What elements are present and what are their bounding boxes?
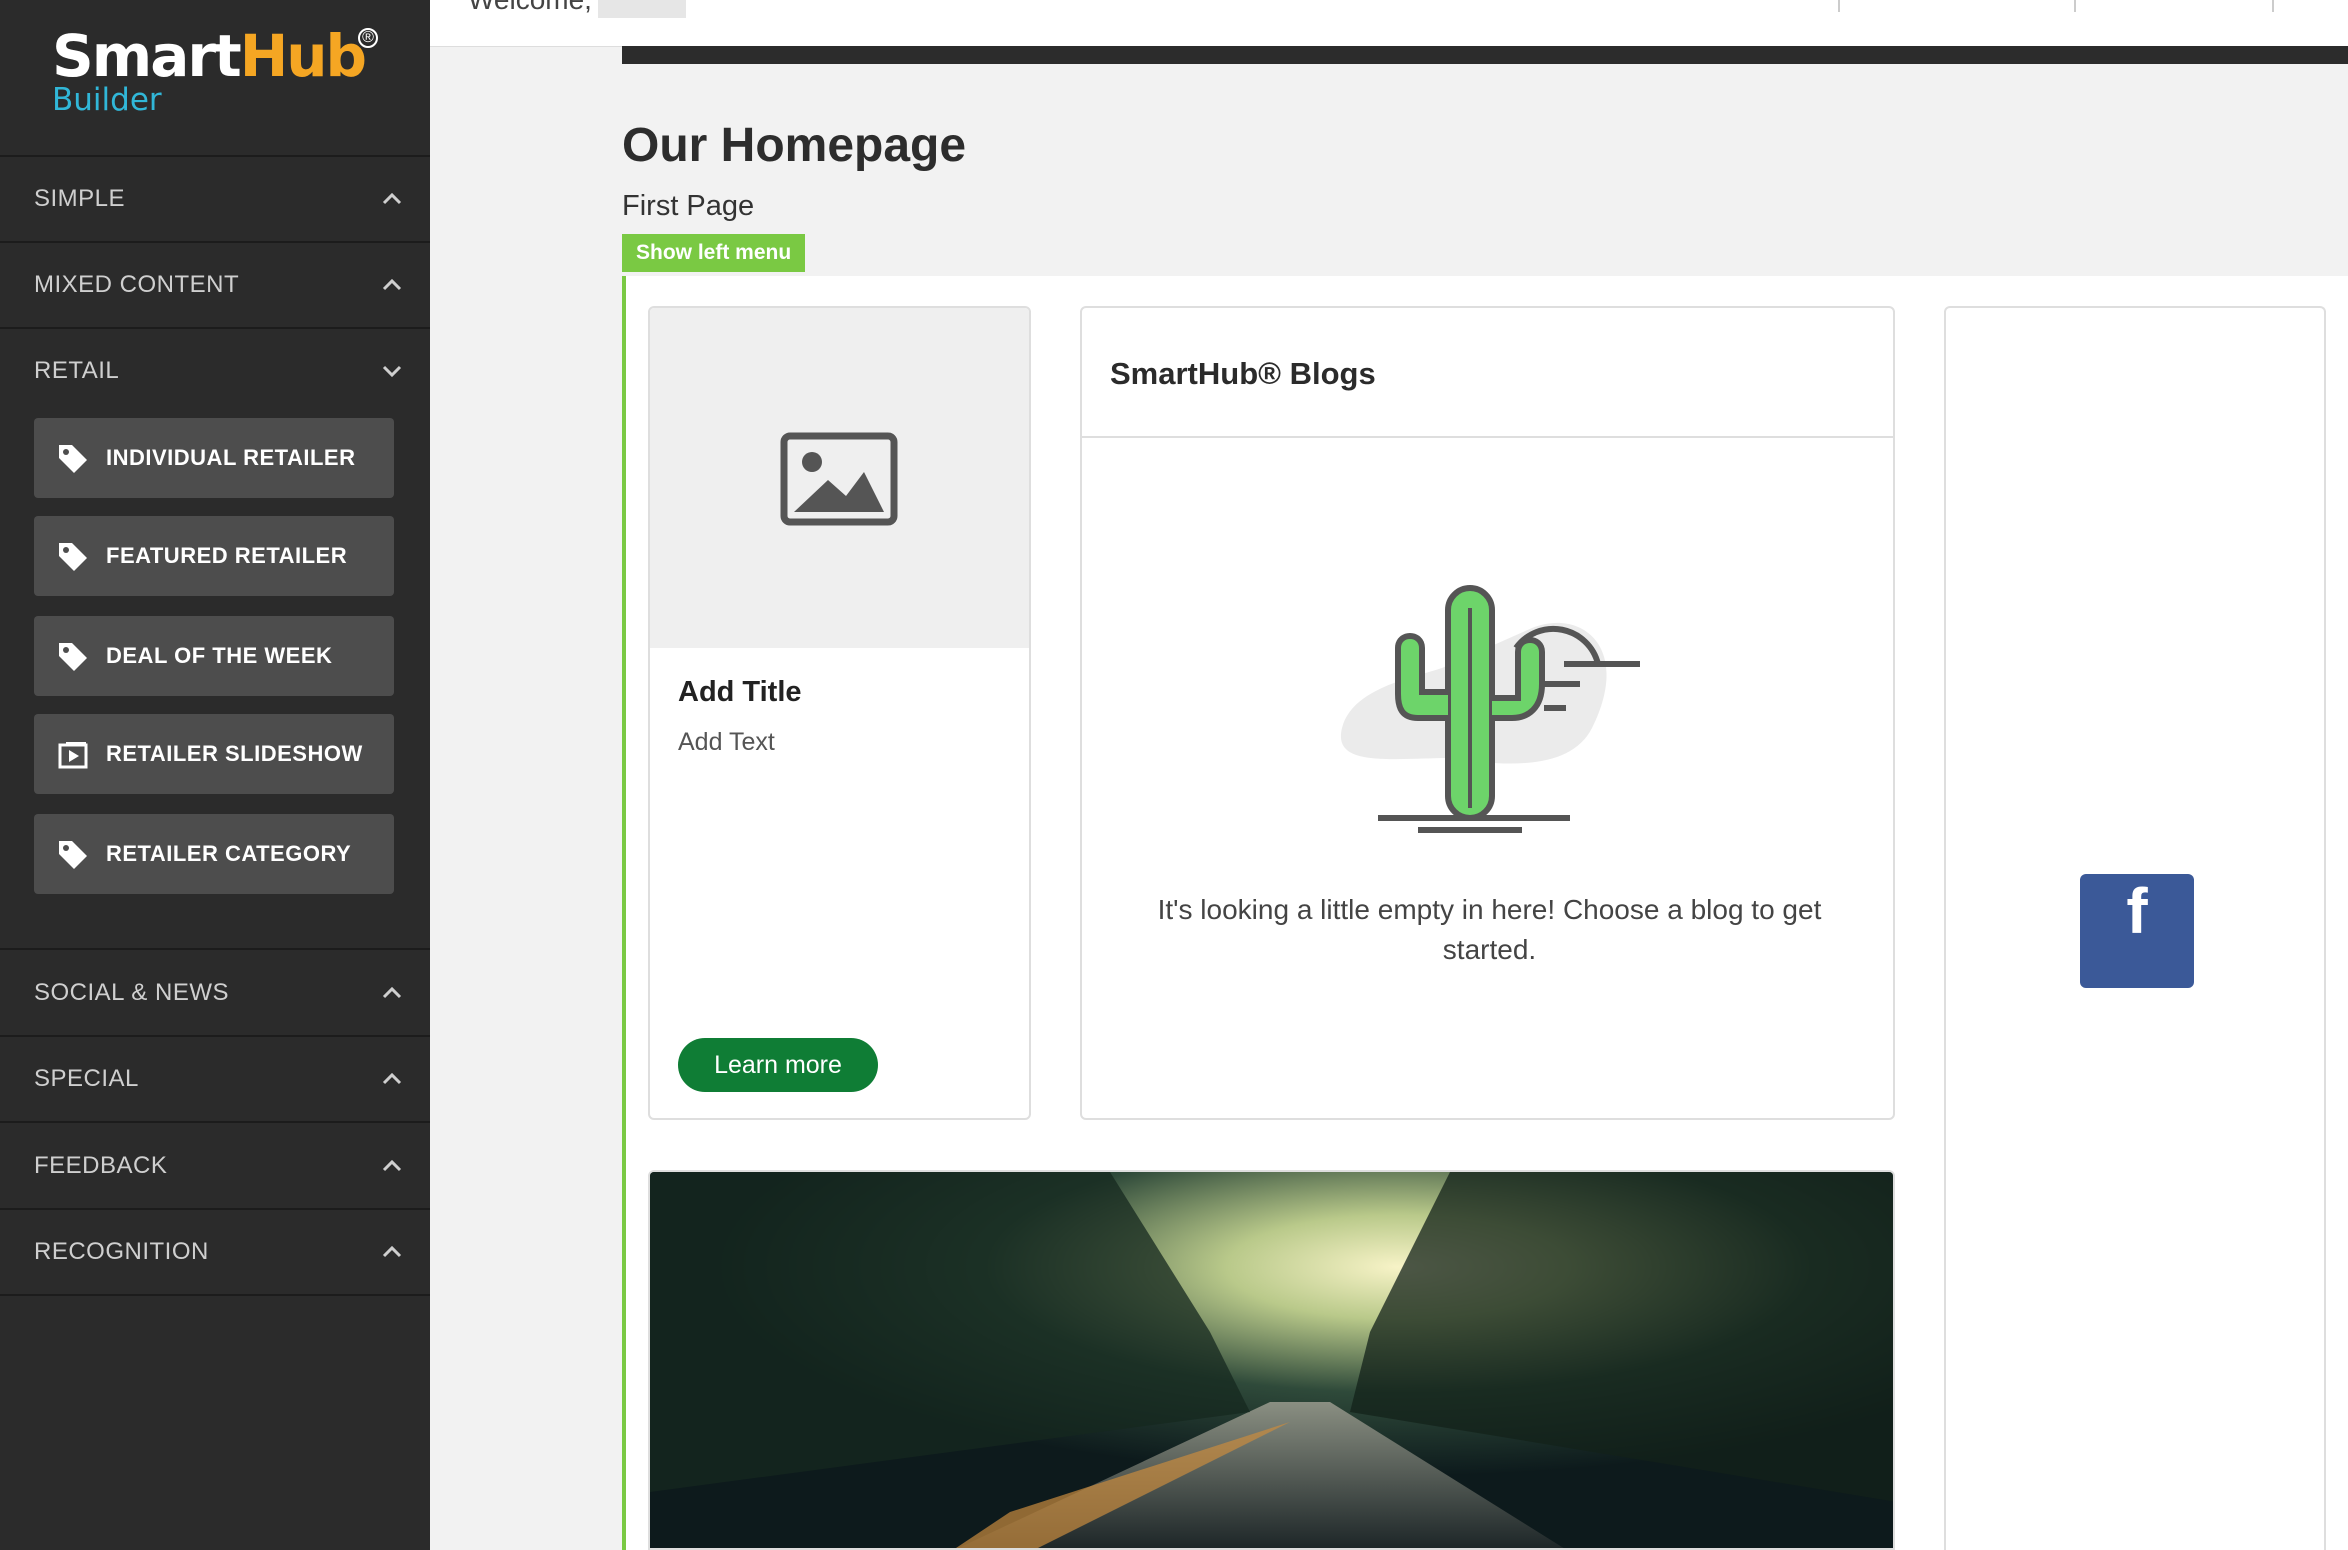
learn-more-button[interactable]: Learn more [678,1038,878,1092]
sidebar-section-feedback[interactable]: FEEDBACK [0,1124,430,1210]
topbar-divider [2272,0,2274,12]
chevron-down-icon [380,359,404,383]
section-label: SIMPLE [34,185,126,212]
sidebar-section-mixed-content[interactable]: MIXED CONTENT [0,243,430,329]
retail-widget-retailer-slideshow[interactable]: RETAILER SLIDESHOW [34,714,394,794]
widget-label: FEATURED RETAILER [106,543,348,568]
sidebar-section-social-news[interactable]: SOCIAL & NEWS [0,951,430,1037]
logo-wordmark: SmartHub [52,22,367,90]
sidebar-section-recognition[interactable]: RECOGNITION [0,1210,430,1296]
widget-label: INDIVIDUAL RETAILER [106,445,356,470]
retail-widget-retailer-category[interactable]: RETAILER CATEGORY [34,814,394,894]
empty-cactus-illustration [1340,585,1640,833]
chevron-up-icon [380,981,404,1005]
sidebar-section-retail[interactable]: RETAIL [0,329,430,413]
facebook-widget[interactable]: f [1944,306,2326,1550]
blogs-header: SmartHub® Blogs [1082,308,1893,438]
retail-widget-featured-retailer[interactable]: FEATURED RETAILER [34,516,394,596]
top-bar: Welcome, [430,0,2348,47]
content-card-text[interactable]: Add Text [678,728,775,757]
widget-label: RETAILER CATEGORY [106,841,352,866]
retail-widget-deal-of-the-week[interactable]: DEAL OF THE WEEK [34,616,394,696]
content-card-widget[interactable]: Add Title Add Text Learn more [648,306,1031,1120]
redacted-username [598,0,686,18]
image-placeholder[interactable] [650,308,1029,648]
logo-smart-text: Smart [52,22,242,90]
page-header-bar [622,46,2348,64]
welcome-text: Welcome, [468,0,592,16]
content-card-title[interactable]: Add Title [678,676,802,709]
tag-icon [56,640,90,674]
blogs-widget[interactable]: SmartHub® Blogs It's looking a little em… [1080,306,1895,1120]
section-label: SOCIAL & NEWS [34,979,229,1006]
topbar-divider [2074,0,2076,12]
tag-icon [56,442,90,476]
smarthub-builder-logo: SmartHub ® Builder [0,0,430,157]
image-icon [780,432,898,526]
sidebar-section-simple[interactable]: SIMPLE [0,157,430,243]
forest-road-photo [650,1172,1893,1548]
logo-hub-text: Hub [239,22,367,90]
logo-registered-mark: ® [358,28,378,48]
widget-label: DEAL OF THE WEEK [106,643,333,668]
show-left-menu-button[interactable]: Show left menu [622,234,806,272]
blogs-title: SmartHub® Blogs [1110,356,1376,391]
image-banner-widget[interactable] [648,1170,1895,1550]
facebook-icon[interactable]: f [2080,874,2194,988]
widget-label: RETAILER SLIDESHOW [106,741,363,766]
tag-icon [56,540,90,574]
chevron-up-icon [380,1240,404,1264]
chevron-up-icon [380,273,404,297]
tag-icon [56,838,90,872]
logo-builder-text: Builder [52,82,162,118]
blogs-empty-message: It's looking a little empty in here! Cho… [1157,894,1822,965]
chevron-up-icon [380,1154,404,1178]
sidebar-section-special[interactable]: SPECIAL [0,1037,430,1123]
chevron-up-icon [380,187,404,211]
section-label: RECOGNITION [34,1238,209,1265]
section-label: FEEDBACK [34,1152,168,1179]
sidebar-divider [0,948,430,950]
builder-sidebar: SmartHub ® Builder SIMPLE MIXED CONTENT … [0,0,430,1550]
topbar-divider [1838,0,1840,12]
page-title: Our Homepage [622,119,967,172]
slideshow-icon [56,738,90,772]
retail-widget-individual-retailer[interactable]: INDIVIDUAL RETAILER [34,418,394,498]
section-label: RETAIL [34,357,120,384]
page-subtitle: First Page [622,190,755,222]
chevron-up-icon [380,1067,404,1091]
section-label: SPECIAL [34,1065,139,1092]
section-label: MIXED CONTENT [34,271,240,298]
